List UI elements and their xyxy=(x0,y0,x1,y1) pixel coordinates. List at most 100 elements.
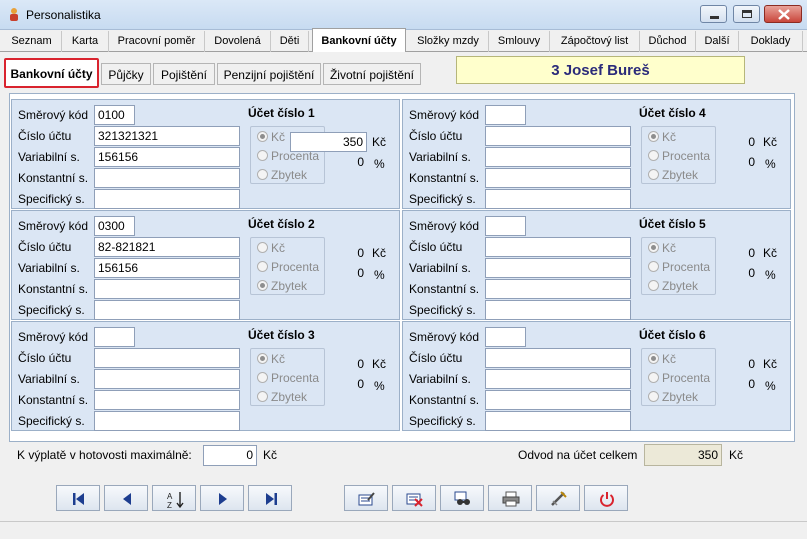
constant-symbol-field-3[interactable] xyxy=(94,390,240,410)
account-number-field-2[interactable]: 82-821821 xyxy=(94,237,240,257)
specific-symbol-field-3[interactable] xyxy=(94,411,240,431)
tab-bankovni-ucty[interactable]: Bankovní účty xyxy=(312,28,406,52)
bank-code-field-5[interactable] xyxy=(485,216,526,236)
tools-icon xyxy=(551,491,567,506)
account-number-field-6[interactable] xyxy=(485,348,631,368)
specific-symbol-field-2[interactable] xyxy=(94,300,240,320)
tab-dovolena[interactable]: Dovolená xyxy=(205,31,271,52)
account-number-field-4[interactable] xyxy=(485,126,631,146)
variable-symbol-field-3[interactable] xyxy=(94,369,240,389)
option-label: Zbytek xyxy=(271,168,308,182)
option-zbytek-4[interactable]: Zbytek xyxy=(648,168,698,182)
option-procenta-3[interactable]: Procenta xyxy=(257,371,319,385)
bank-code-label: Směrový kód xyxy=(409,219,480,233)
account-number-field-1[interactable]: 321321321 xyxy=(94,126,240,146)
percent-value-5: 0 xyxy=(748,266,755,280)
constant-symbol-field-5[interactable] xyxy=(485,279,631,299)
delete-button[interactable] xyxy=(392,485,436,511)
subtab-zivotni-pojisteni[interactable]: Životní pojištění xyxy=(323,63,421,85)
option-procenta-2[interactable]: Procenta xyxy=(257,260,319,274)
option-zbytek-2[interactable]: Zbytek xyxy=(257,279,307,293)
constant-symbol-label: Konstantní s. xyxy=(409,393,480,407)
sort-button[interactable]: AZ xyxy=(152,485,196,511)
previous-record-button[interactable] xyxy=(104,485,148,511)
edit-icon xyxy=(358,492,375,506)
last-record-button[interactable] xyxy=(248,485,292,511)
tab-slozky-mzdy[interactable]: Složky mzdy xyxy=(408,31,489,52)
subtab-pojisteni[interactable]: Pojištění xyxy=(153,63,215,85)
print-button[interactable] xyxy=(488,485,532,511)
account-number-field-5[interactable] xyxy=(485,237,631,257)
exit-button[interactable] xyxy=(584,485,628,511)
last-record-icon xyxy=(266,493,277,505)
variable-symbol-field-2[interactable]: 156156 xyxy=(94,258,240,278)
bank-code-field-1[interactable]: 0100 xyxy=(94,105,135,125)
maximize-button[interactable] xyxy=(733,5,760,23)
option-zbytek-1[interactable]: Zbytek xyxy=(257,168,307,182)
tab-karta[interactable]: Karta xyxy=(62,31,109,52)
variable-symbol-field-4[interactable] xyxy=(485,147,631,167)
bank-code-field-2[interactable]: 0300 xyxy=(94,216,135,236)
tab-dalsi[interactable]: Další xyxy=(696,31,739,52)
tab-seznam[interactable]: Seznam xyxy=(2,31,62,52)
power-icon xyxy=(600,492,614,507)
first-record-button[interactable] xyxy=(56,485,100,511)
tab-smlouvy[interactable]: Smlouvy xyxy=(489,31,550,52)
minimize-icon xyxy=(710,16,719,19)
subtab-penzijni-pojisteni[interactable]: Penzijní pojištění xyxy=(217,63,321,85)
tab-deti[interactable]: Děti xyxy=(271,31,309,52)
option-kc-3[interactable]: Kč xyxy=(257,352,285,366)
option-kc-2[interactable]: Kč xyxy=(257,241,285,255)
bank-code-field-3[interactable] xyxy=(94,327,135,347)
specific-symbol-field-4[interactable] xyxy=(485,189,631,209)
radio-icon xyxy=(257,131,268,142)
next-record-button[interactable] xyxy=(200,485,244,511)
option-procenta-4[interactable]: Procenta xyxy=(648,149,710,163)
option-procenta-6[interactable]: Procenta xyxy=(648,371,710,385)
variable-symbol-field-6[interactable] xyxy=(485,369,631,389)
tools-button[interactable] xyxy=(536,485,580,511)
radio-icon xyxy=(648,353,659,364)
account-block-6: Směrový kód Číslo účtu Variabilní s. Konsta… xyxy=(402,321,791,431)
constant-symbol-field-2[interactable] xyxy=(94,279,240,299)
bank-code-field-4[interactable] xyxy=(485,105,526,125)
minimize-button[interactable] xyxy=(700,5,727,23)
constant-symbol-label: Konstantní s. xyxy=(18,171,89,185)
option-kc-5[interactable]: Kč xyxy=(648,241,676,255)
option-zbytek-6[interactable]: Zbytek xyxy=(648,390,698,404)
tab-pracovni-pomer[interactable]: Pracovní poměr xyxy=(109,31,205,52)
constant-symbol-field-1[interactable] xyxy=(94,168,240,188)
subtab-bankovni-ucty[interactable]: Bankovní účty xyxy=(4,58,99,88)
cash-max-field[interactable]: 0 xyxy=(203,445,257,466)
variable-symbol-field-5[interactable] xyxy=(485,258,631,278)
specific-symbol-field-5[interactable] xyxy=(485,300,631,320)
variable-symbol-label: Variabilní s. xyxy=(18,150,80,164)
constant-symbol-field-6[interactable] xyxy=(485,390,631,410)
specific-symbol-label: Specifický s. xyxy=(409,303,476,317)
specific-symbol-label: Specifický s. xyxy=(409,192,476,206)
close-button[interactable] xyxy=(764,5,802,23)
amount-field-1[interactable]: 350 xyxy=(290,132,367,152)
option-procenta-5[interactable]: Procenta xyxy=(648,260,710,274)
search-button[interactable] xyxy=(440,485,484,511)
tab-doklady[interactable]: Doklady xyxy=(739,31,803,52)
variable-symbol-label: Variabilní s. xyxy=(409,372,471,386)
option-zbytek-3[interactable]: Zbytek xyxy=(257,390,307,404)
variable-symbol-field-1[interactable]: 156156 xyxy=(94,147,240,167)
tab-zapoctovy-list[interactable]: Zápočtový list xyxy=(550,31,640,52)
specific-symbol-field-1[interactable] xyxy=(94,189,240,209)
amount-value-3: 0 xyxy=(357,357,364,371)
specific-symbol-field-6[interactable] xyxy=(485,411,631,431)
subtab-pujcky[interactable]: Půjčky xyxy=(101,63,151,85)
option-kc-6[interactable]: Kč xyxy=(648,352,676,366)
bank-code-field-6[interactable] xyxy=(485,327,526,347)
option-kc-1[interactable]: Kč xyxy=(257,130,285,144)
tab-duchod[interactable]: Důchod xyxy=(640,31,696,52)
percent-value-3: 0 xyxy=(357,377,364,391)
option-kc-4[interactable]: Kč xyxy=(648,130,676,144)
account-number-field-3[interactable] xyxy=(94,348,240,368)
edit-button[interactable] xyxy=(344,485,388,511)
constant-symbol-field-4[interactable] xyxy=(485,168,631,188)
option-zbytek-5[interactable]: Zbytek xyxy=(648,279,698,293)
constant-symbol-label: Konstantní s. xyxy=(409,282,480,296)
